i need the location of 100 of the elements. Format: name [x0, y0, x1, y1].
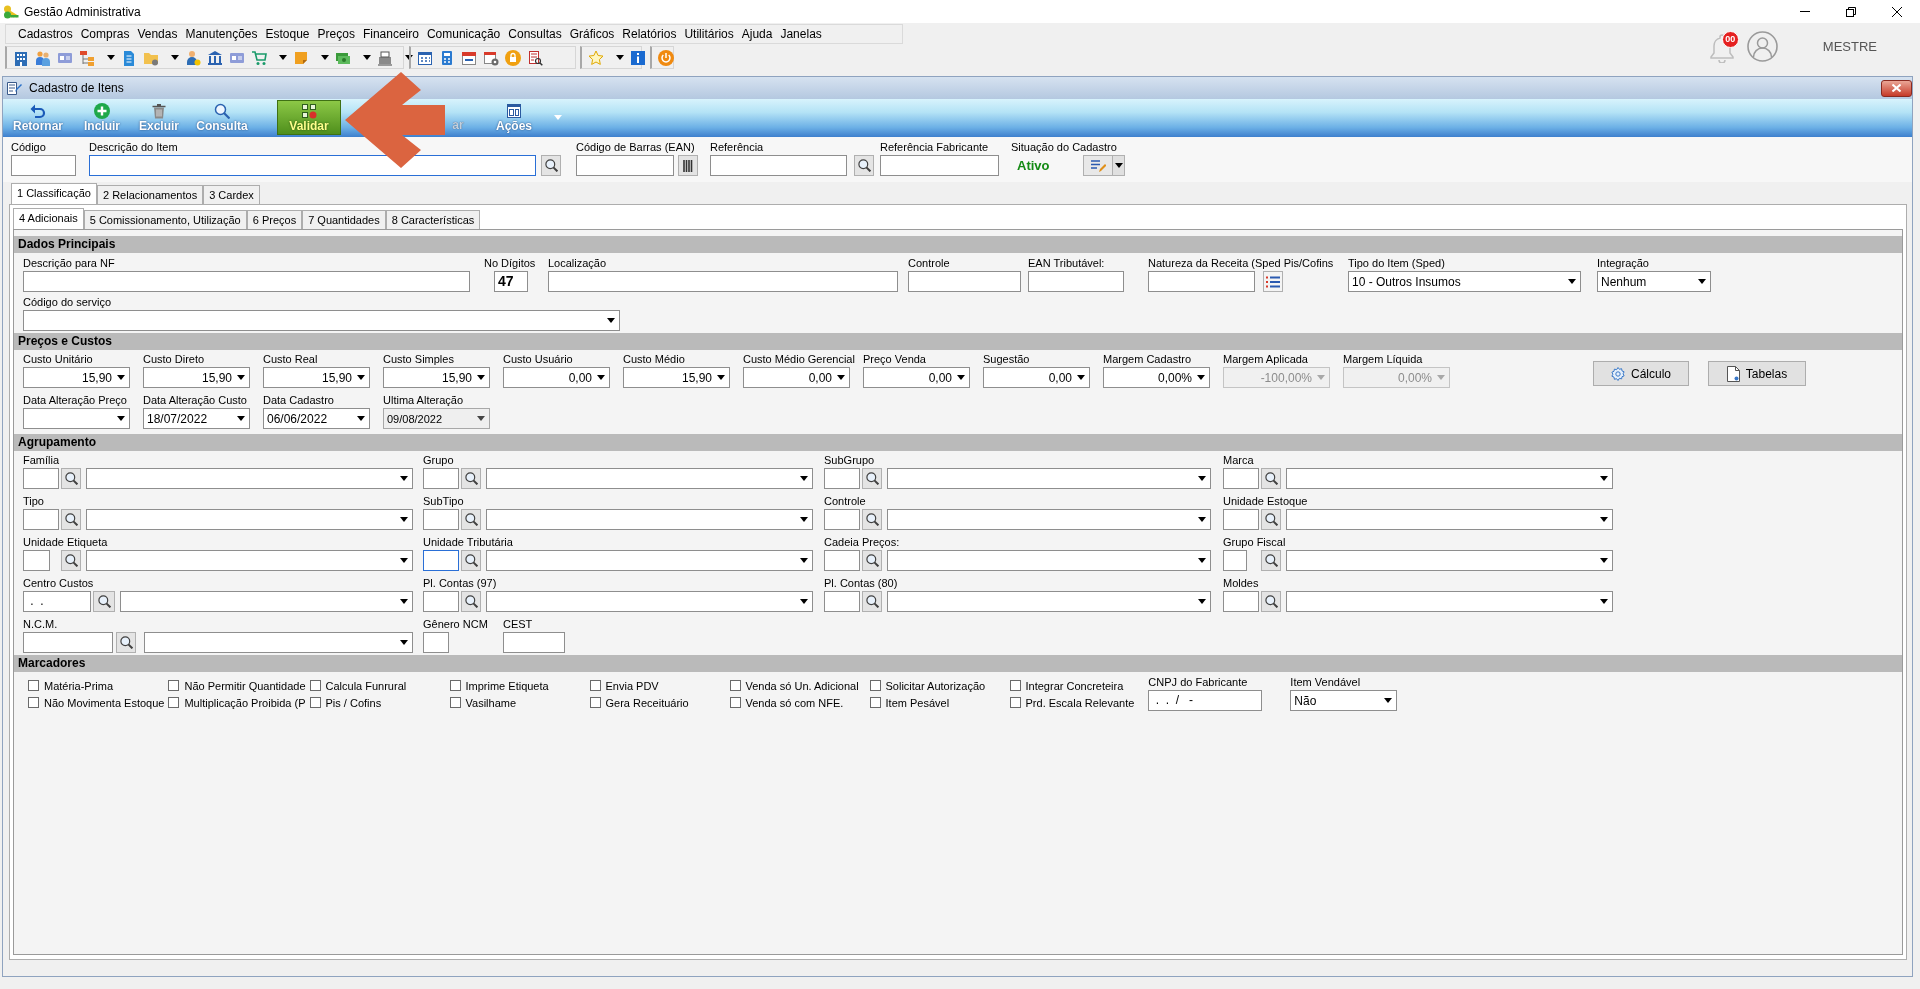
text-field[interactable]	[710, 155, 847, 176]
dropdown[interactable]	[1286, 550, 1613, 571]
checkbox[interactable]	[869, 680, 881, 691]
search-button[interactable]	[862, 591, 882, 612]
checkbox[interactable]	[729, 680, 741, 691]
dropdown[interactable]: Nenhum	[1597, 271, 1711, 292]
menu-item[interactable]: Comunicação	[422, 25, 505, 43]
close-button[interactable]	[1881, 79, 1912, 97]
checkbox[interactable]	[589, 697, 601, 708]
date-field[interactable]: 18/07/2022	[143, 408, 250, 429]
checkbox[interactable]	[1009, 697, 1021, 708]
text-field[interactable]	[908, 271, 1021, 292]
text-field[interactable]	[880, 155, 999, 176]
search-button[interactable]	[61, 468, 81, 489]
dropdown-button[interactable]	[1113, 155, 1125, 176]
search-button[interactable]	[1261, 591, 1281, 612]
dropdown[interactable]	[23, 310, 620, 331]
dropdown[interactable]	[86, 550, 413, 571]
note-icon[interactable]	[293, 49, 309, 66]
menu-item[interactable]: Ajuda	[737, 25, 777, 43]
search-button[interactable]	[461, 591, 481, 612]
report-icon[interactable]	[527, 49, 543, 66]
dropdown[interactable]	[887, 591, 1211, 612]
date-field[interactable]: 06/06/2022	[263, 408, 370, 429]
menu-item[interactable]: Preços	[313, 25, 359, 43]
checkbox[interactable]	[309, 697, 321, 708]
search-button[interactable]	[862, 509, 882, 530]
dropdown[interactable]: 10 - Outros Insumos	[1348, 271, 1581, 292]
number-dropdown[interactable]: 15,90	[23, 367, 130, 388]
caret-icon[interactable]	[279, 55, 287, 60]
code-field[interactable]	[824, 591, 860, 612]
checkbox[interactable]	[449, 697, 461, 708]
number-dropdown[interactable]: 0,00	[743, 367, 850, 388]
number-dropdown[interactable]: 15,90	[143, 367, 250, 388]
checkbox[interactable]	[28, 697, 39, 708]
text-field[interactable]	[89, 155, 536, 176]
dropdown[interactable]	[1286, 591, 1613, 612]
org-chart-icon[interactable]	[79, 49, 95, 66]
tab[interactable]: 1 Classificação	[11, 183, 97, 204]
search-button[interactable]	[61, 550, 81, 571]
text-field[interactable]	[23, 271, 470, 292]
menu-item[interactable]: Financeiro	[358, 25, 423, 43]
number-dropdown[interactable]: 0,00	[503, 367, 610, 388]
menu-item[interactable]: Manutenções	[181, 25, 262, 43]
tab[interactable]: 6 Preços	[246, 210, 303, 229]
search-button[interactable]	[1261, 550, 1281, 571]
caret-icon[interactable]	[321, 55, 329, 60]
code-field[interactable]	[423, 550, 459, 571]
checkbox[interactable]	[1009, 680, 1021, 691]
tab[interactable]: 2 Relacionamentos	[97, 185, 204, 204]
text-field[interactable]: . . / -	[1148, 690, 1263, 711]
search-button[interactable]	[854, 155, 874, 176]
number-field[interactable]: 47	[494, 271, 528, 292]
text-field[interactable]	[576, 155, 674, 176]
power-icon[interactable]	[658, 49, 674, 66]
code-field[interactable]	[1223, 591, 1259, 612]
tab[interactable]: 3 Cardex	[203, 185, 260, 204]
text-field[interactable]	[548, 271, 898, 292]
bank-icon[interactable]	[207, 49, 223, 66]
user-icon[interactable]	[1746, 31, 1778, 62]
action-button[interactable]: Tabelas	[1708, 361, 1806, 386]
checkbox[interactable]	[309, 680, 321, 691]
tab[interactable]: 7 Quantidades	[302, 210, 386, 229]
menu-item[interactable]: Gráficos	[565, 25, 619, 43]
document-icon[interactable]	[121, 49, 137, 66]
barcode-button[interactable]	[678, 155, 698, 176]
checkbox[interactable]	[589, 680, 601, 691]
building-icon[interactable]	[13, 49, 29, 66]
tab[interactable]: 5 Comissionamento, Utilização	[83, 210, 247, 229]
list-button[interactable]	[1263, 271, 1283, 292]
bell-icon[interactable]	[1708, 32, 1735, 63]
dropdown[interactable]	[486, 509, 813, 530]
star-icon[interactable]	[588, 49, 604, 66]
code-field[interactable]	[824, 550, 860, 571]
dropdown[interactable]	[86, 509, 413, 530]
date-field[interactable]	[23, 408, 130, 429]
dropdown[interactable]	[486, 591, 813, 612]
dropdown[interactable]	[86, 468, 413, 489]
menu-item[interactable]: Janelas	[776, 25, 826, 43]
caret-icon[interactable]	[616, 55, 624, 60]
menu-item[interactable]: Relatórios	[618, 25, 681, 43]
search-button[interactable]	[862, 550, 882, 571]
dropdown[interactable]	[887, 509, 1211, 530]
dropdown[interactable]	[120, 591, 413, 612]
text-field[interactable]	[423, 632, 449, 653]
checkbox[interactable]	[729, 697, 741, 708]
search-button[interactable]	[862, 468, 882, 489]
search-button[interactable]	[1261, 509, 1281, 530]
action-button[interactable]: Cálculo	[1593, 361, 1689, 386]
text-field[interactable]	[11, 155, 76, 176]
checkbox[interactable]	[168, 697, 180, 708]
tab[interactable]: 4 Adicionais	[13, 208, 84, 229]
caret-icon[interactable]	[405, 55, 413, 60]
checkbox[interactable]	[28, 680, 39, 691]
caret-icon[interactable]	[171, 55, 179, 60]
code-field[interactable]: . .	[23, 591, 91, 612]
menu-item[interactable]: Vendas	[133, 25, 182, 43]
checkbox[interactable]	[168, 680, 180, 691]
code-field[interactable]	[824, 468, 860, 489]
checkbox[interactable]	[869, 697, 881, 708]
